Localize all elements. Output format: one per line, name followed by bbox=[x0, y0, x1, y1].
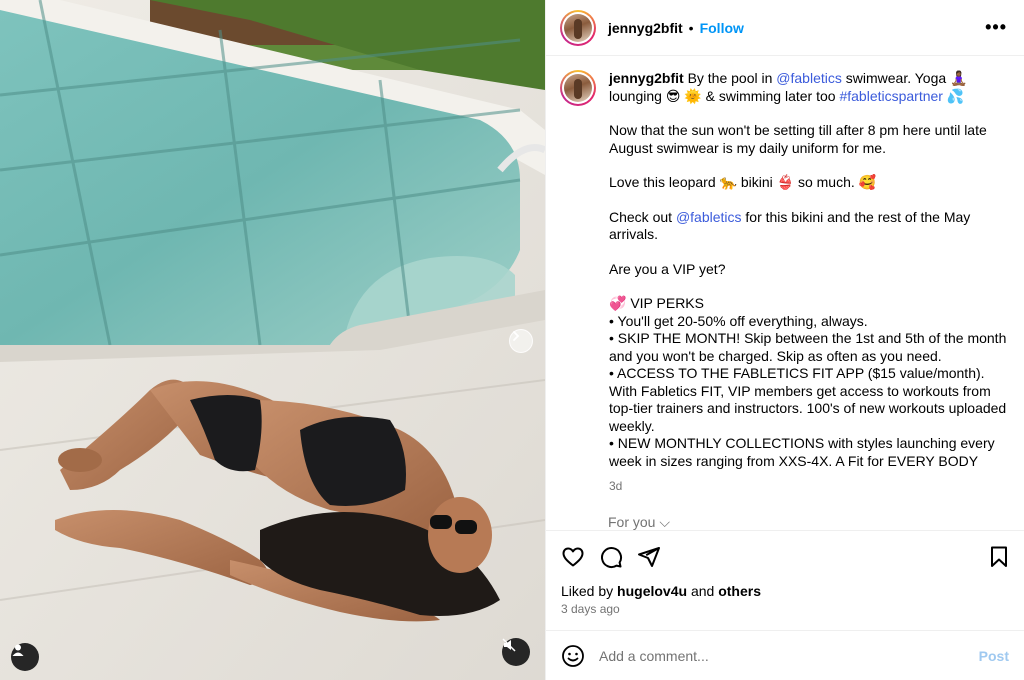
mention-fabletics-2[interactable]: @fabletics bbox=[676, 209, 742, 225]
more-options-icon[interactable]: ••• bbox=[985, 17, 1007, 38]
perks-title: 💞 VIP PERKS bbox=[609, 295, 704, 311]
liked-by-others[interactable]: others bbox=[718, 583, 761, 599]
post-comment-button[interactable]: Post bbox=[979, 648, 1009, 664]
post-header: jennyg2bfit • Follow ••• bbox=[546, 0, 1024, 56]
post-photo[interactable] bbox=[0, 0, 545, 680]
share-icon[interactable] bbox=[637, 545, 661, 569]
action-bar bbox=[546, 530, 1024, 580]
caption-para-vip: Are you a VIP yet? bbox=[609, 260, 726, 277]
caption-line1-c: 💦 bbox=[946, 87, 965, 104]
caption-para-leopard: Love this leopard 🐆 bikini 👙 so much. 🥰 bbox=[609, 174, 877, 190]
caption-age: 3d bbox=[609, 479, 623, 493]
perk-item: • ACCESS TO THE FABLETICS FIT APP ($15 v… bbox=[609, 365, 1007, 434]
liked-by: Liked by hugelov4u and others bbox=[561, 583, 761, 599]
pool-photo-illustration bbox=[0, 0, 545, 680]
chevron-right-icon bbox=[513, 331, 520, 341]
next-photo-button[interactable] bbox=[509, 329, 533, 353]
liked-by-prefix: Liked by bbox=[561, 583, 614, 599]
post-details-panel: jennyg2bfit • Follow ••• jennyg2bfit By … bbox=[545, 0, 1024, 680]
liked-by-joiner: and bbox=[690, 583, 715, 599]
avatar[interactable] bbox=[560, 9, 596, 46]
caption-para-checkout-a: Check out bbox=[609, 208, 673, 225]
bookmark-icon[interactable] bbox=[987, 545, 1011, 569]
caption-para-sun: Now that the sun won't be setting till a… bbox=[609, 122, 987, 156]
mention-fabletics[interactable]: @fabletics bbox=[776, 70, 842, 86]
comment-icon[interactable] bbox=[599, 545, 623, 569]
comment-bar: Post bbox=[546, 630, 1024, 680]
mute-audio-button[interactable] bbox=[502, 638, 530, 666]
caption-avatar[interactable] bbox=[560, 70, 596, 106]
user-icon bbox=[12, 644, 24, 656]
post-timestamp[interactable]: 3 days ago bbox=[561, 602, 620, 616]
liked-by-user[interactable]: hugelov4u bbox=[617, 583, 687, 599]
follow-button[interactable]: Follow bbox=[700, 20, 744, 36]
author-username[interactable]: jennyg2bfit bbox=[608, 20, 683, 36]
caption-username[interactable]: jennyg2bfit bbox=[609, 70, 684, 86]
caption-line1-a: By the pool in bbox=[687, 70, 773, 86]
separator-dot: • bbox=[688, 19, 694, 36]
caption-text: jennyg2bfit By the pool in @fabletics sw… bbox=[609, 70, 1009, 496]
perk-item: • SKIP THE MONTH! Skip between the 1st a… bbox=[609, 330, 1007, 364]
perk-item: • NEW MONTHLY COLLECTIONS with styles la… bbox=[609, 435, 995, 469]
for-you-dropdown[interactable]: For you ⌵ bbox=[608, 514, 670, 531]
perk-item: • You'll get 20-50% off everything, alwa… bbox=[609, 312, 868, 329]
comment-input[interactable] bbox=[599, 645, 969, 667]
emoji-icon[interactable] bbox=[561, 644, 585, 668]
heart-icon[interactable] bbox=[561, 545, 585, 569]
speaker-muted-icon bbox=[502, 638, 516, 652]
tagged-users-button[interactable] bbox=[11, 643, 39, 671]
hashtag-link[interactable]: #fabletics​partner bbox=[839, 88, 943, 104]
